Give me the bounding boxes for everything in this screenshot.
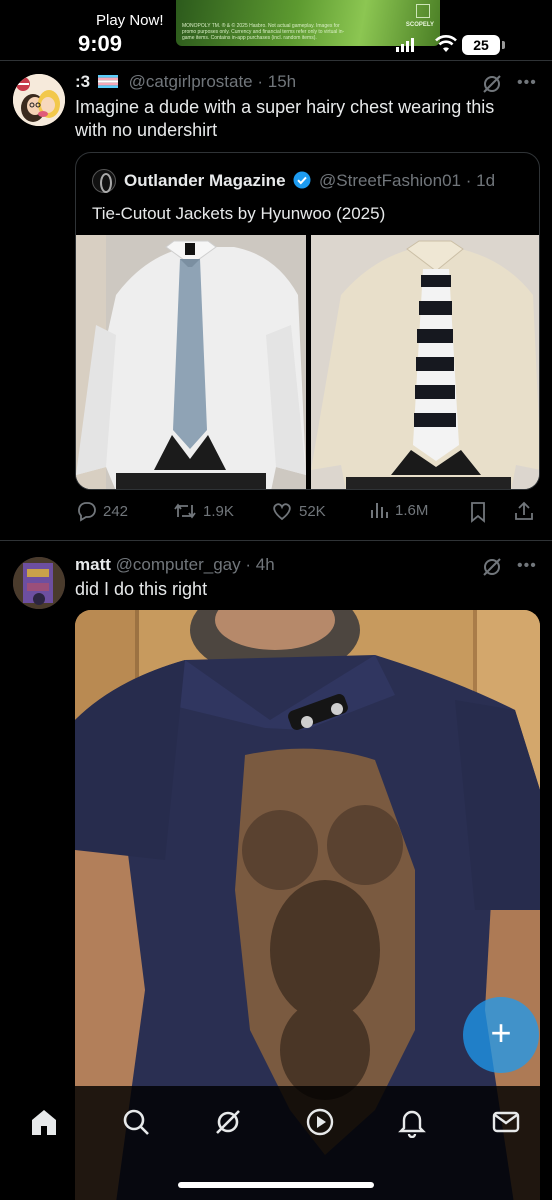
more-options-icon[interactable]: ••• — [517, 74, 537, 92]
display-name[interactable]: matt — [75, 555, 111, 574]
divider — [0, 60, 552, 61]
handle[interactable]: @computer_gay — [116, 555, 241, 574]
bookmark-icon[interactable] — [468, 501, 488, 523]
more-options-icon[interactable]: ••• — [517, 557, 537, 575]
like-button[interactable]: 52K — [271, 500, 326, 522]
post-text-line: did I do this right — [75, 579, 208, 599]
reply-icon — [78, 502, 96, 522]
avatar-illustration — [13, 74, 65, 126]
quoted-text: Tie-Cutout Jackets by Hyunwoo (2025) — [92, 204, 386, 223]
grok-icon[interactable] — [481, 73, 503, 95]
cream-jacket-photo — [311, 235, 539, 489]
grok-icon[interactable] — [212, 1106, 244, 1138]
reply-count: 242 — [103, 502, 129, 520]
handle[interactable]: @catgirlprostate — [129, 72, 253, 91]
cellular-signal-icon — [396, 38, 414, 52]
ad-fine-print: MONOPOLY TM. ® & © 2025 Hasbro. Not actu… — [182, 23, 345, 41]
quoted-display-name: Outlander Magazine — [124, 171, 286, 190]
heart-icon — [273, 503, 291, 521]
display-name[interactable]: :3 — [75, 72, 90, 91]
quoted-header: Outlander Magazine @StreetFashion01 · 1d — [124, 171, 495, 191]
views-count: 1.6M — [395, 501, 429, 519]
post-text: did I do this right — [75, 578, 207, 601]
home-indicator — [178, 1182, 374, 1188]
home-icon[interactable] — [28, 1106, 60, 1138]
post-actions: 242 1.9K 52K 1.6M — [75, 500, 540, 526]
avatar[interactable] — [13, 557, 65, 609]
like-count: 52K — [299, 502, 326, 520]
quoted-image-cream-jacket[interactable] — [311, 235, 539, 489]
trans-flag-icon — [97, 75, 118, 88]
post-text-line: Imagine a dude with a super hairy chest … — [75, 97, 495, 117]
views-button[interactable]: 1.6M — [369, 500, 428, 520]
status-bar: Play Now! 9:09 MONOPOLY TM. ® & © 2025 H… — [0, 0, 552, 60]
post-header: matt @computer_gay · 4h — [75, 555, 275, 575]
post-age: · 4h — [245, 555, 275, 574]
quoted-image-white-jacket[interactable] — [76, 235, 306, 489]
status-time: 9:09 — [78, 31, 123, 56]
quoted-age: · 1d — [465, 171, 496, 190]
white-jacket-photo — [76, 235, 306, 489]
repost-count: 1.9K — [203, 502, 234, 520]
repost-button[interactable]: 1.9K — [173, 500, 234, 522]
divider — [0, 540, 552, 541]
video-icon[interactable] — [304, 1106, 336, 1138]
post-age: · 15h — [257, 72, 297, 91]
post-header: :3 @catgirlprostate · 15h — [75, 72, 296, 92]
quoted-avatar — [92, 169, 116, 193]
messages-icon[interactable] — [490, 1106, 522, 1138]
compose-button[interactable]: + — [463, 997, 539, 1073]
search-icon[interactable] — [120, 1106, 152, 1138]
battery-nub — [502, 41, 505, 49]
wifi-icon — [435, 35, 457, 52]
verified-badge-icon — [293, 171, 311, 189]
repost-icon — [174, 503, 196, 519]
back-to-app-link[interactable]: Play Now! — [96, 12, 164, 29]
quoted-handle: @StreetFashion01 — [319, 171, 462, 190]
grok-icon[interactable] — [481, 556, 503, 578]
notifications-icon[interactable] — [396, 1106, 428, 1138]
ad-close-icon[interactable] — [416, 4, 430, 18]
post-text: Imagine a dude with a super hairy chest … — [75, 96, 494, 142]
views-icon — [371, 503, 388, 518]
ad-brand: SCOPELY — [405, 22, 434, 28]
avatar-photo — [13, 557, 65, 609]
post-text-line: with no undershirt — [75, 120, 218, 140]
quoted-post[interactable]: Outlander Magazine @StreetFashion01 · 1d… — [75, 152, 540, 490]
share-icon[interactable] — [513, 500, 535, 522]
reply-button[interactable]: 242 — [75, 500, 128, 522]
avatar[interactable] — [13, 74, 65, 126]
compose-plus-icon: + — [490, 1012, 512, 1053]
battery-icon: 25 — [462, 35, 500, 55]
